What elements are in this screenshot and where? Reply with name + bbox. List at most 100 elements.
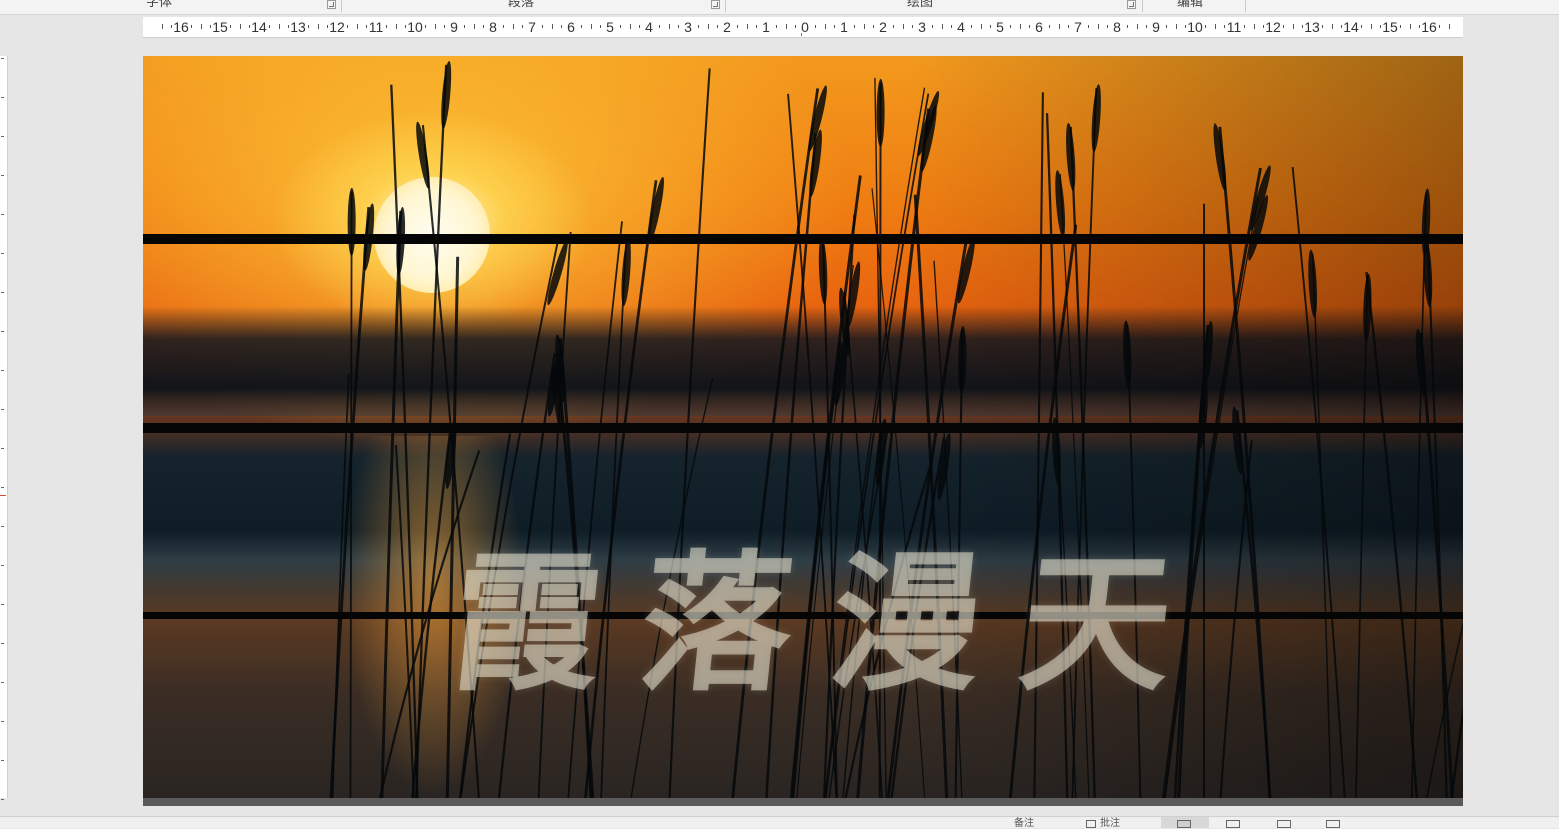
ruler-tick [786,24,787,29]
ruler-tick [893,25,894,28]
ruler-tick [678,25,679,28]
title-char: 落 [612,503,825,720]
black-stripe-shape[interactable] [143,234,1463,244]
vertical-ruler-tick [1,760,4,761]
ruler-tick [327,25,328,28]
ruler-tick [581,25,582,28]
vertical-ruler-tick [1,643,4,644]
ruler-number: 3 [918,19,926,35]
reed-head [1201,321,1215,389]
ruler-tick [834,25,835,28]
vertical-ruler-tick [1,448,4,449]
ruler-tick [561,25,562,28]
reed-head [876,79,884,147]
ruler-tick [630,24,631,29]
reed-head [620,238,633,306]
black-stripe-shape[interactable] [143,423,1463,433]
ruler-tick [1010,25,1011,28]
ruler-tick [1341,25,1342,28]
slide-canvas[interactable]: 霞 落 漫 天 [143,56,1463,798]
reed-stem [1313,254,1331,798]
ruler-tick [1224,25,1225,28]
ruler-tick [1449,24,1450,29]
reed-head [818,236,829,304]
reed-stem [1412,192,1426,798]
ruler-tick [240,24,241,29]
reed-stem [391,85,417,798]
ruler-tick [318,24,319,29]
ruler-number: 16 [173,19,189,35]
paragraph-dialog-launcher-icon[interactable] [711,0,720,9]
vertical-ruler-marker [0,495,6,496]
ruler-number: 5 [606,19,614,35]
ruler-number: 9 [1152,19,1160,35]
ruler-tick [1332,24,1333,29]
ruler-tick [1293,24,1294,29]
reed-stem [1221,440,1252,798]
ruler-tick [201,24,202,29]
ruler-tick [279,24,280,29]
vertical-ruler-tick [1,253,4,254]
ruler-tick [1088,25,1089,28]
ruler-number: 7 [528,19,536,35]
vertical-ruler[interactable] [0,56,8,798]
ruler-tick [1098,24,1099,29]
ruler-tick [620,25,621,28]
drawing-dialog-launcher-icon[interactable] [1127,0,1136,9]
horizontal-ruler[interactable]: 1615141312111098765432101234567891011121… [143,17,1463,38]
vertical-ruler-tick [1,97,4,98]
ruler-tick [990,25,991,28]
ruler-number: 15 [1382,19,1398,35]
ruler-tick [474,24,475,29]
ruler-tick [1371,24,1372,29]
ruler-tick [1400,25,1401,28]
slide-bottom-edge [143,798,1463,806]
ruler-number: 0 [801,19,809,35]
title-char: 漫 [802,503,1015,720]
ruler-tick [1029,25,1030,28]
ruler-tick [269,25,270,28]
ruler-tick [825,24,826,29]
ruler-tick [971,25,972,28]
ruler-tick [464,25,465,28]
slide-title-text[interactable]: 霞 落 漫 天 [433,511,1193,711]
ruler-number: 2 [723,19,731,35]
ruler-number: 10 [407,19,423,35]
ruler-tick [162,24,163,29]
ruler-tick [249,25,250,28]
reed-head [1197,380,1210,448]
ruler-tick [591,24,592,29]
ruler-tick [1205,25,1206,28]
ruler-tick [912,25,913,28]
vertical-ruler-tick [1,565,4,566]
notes-button[interactable]: 备注 [1014,819,1034,829]
ruler-tick [366,25,367,28]
reed-head [439,61,453,129]
ruler-number: 1 [840,19,848,35]
ruler-tick [1380,25,1381,28]
ruler-tick [747,24,748,29]
vertical-ruler-tick [1,526,4,527]
vertical-ruler-tick [1,487,4,488]
vertical-ruler-tick [1,799,4,800]
reed-head [1414,328,1428,396]
vertical-ruler-tick [1,58,4,59]
ruler-tick [776,25,777,28]
ruler-number: 13 [290,19,306,35]
comments-button[interactable]: 批注 [1100,819,1120,829]
ruler-number: 4 [957,19,965,35]
ruler-number: 13 [1304,19,1320,35]
reed-head [1090,84,1103,152]
ruler-number: 14 [251,19,267,35]
font-dialog-launcher-icon[interactable] [327,0,336,9]
title-char: 天 [992,503,1205,720]
ruler-tick [669,24,670,29]
ruler-tick [1107,25,1108,28]
ruler-tick [659,25,660,28]
ruler-tick [444,25,445,28]
ruler-tick [396,24,397,29]
vertical-ruler-tick [1,175,4,176]
ruler-tick [864,24,865,29]
ruler-tick [1068,25,1069,28]
ruler-number: 10 [1187,19,1203,35]
